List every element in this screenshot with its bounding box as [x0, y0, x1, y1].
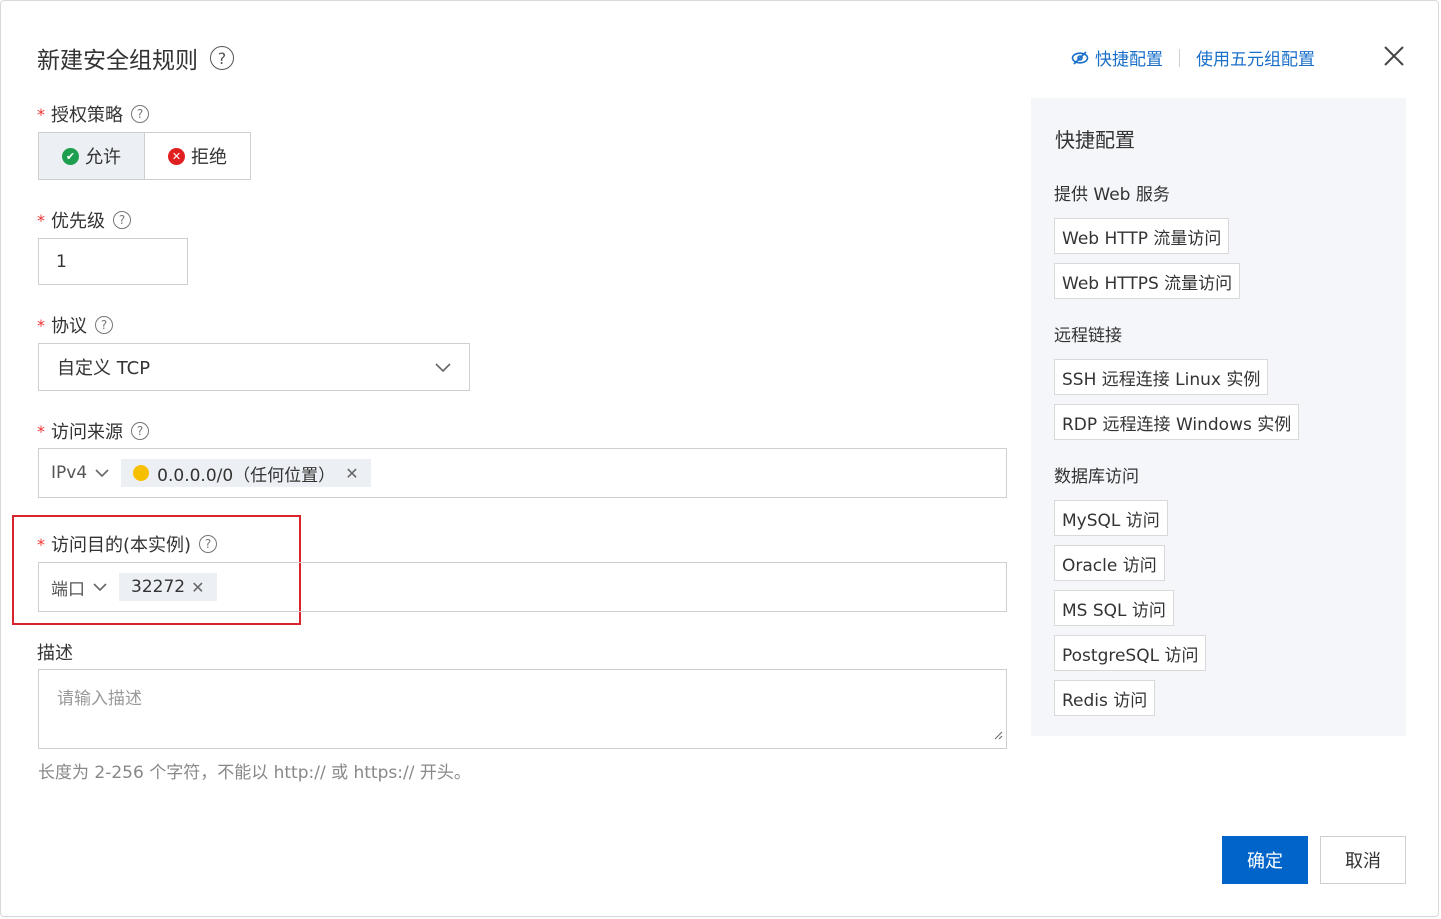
source-tag: 0.0.0.0/0（任何位置） ✕ — [121, 459, 371, 487]
destination-tag-text: 32272 — [131, 577, 186, 597]
quick-config-panel: 快捷配置 提供 Web 服务 Web HTTP 流量访问 Web HTTPS 流… — [1031, 98, 1406, 736]
priority-label: * 优先级 ? — [37, 207, 131, 233]
quick-config-title: 快捷配置 — [1055, 128, 1135, 152]
chevron-down-icon — [435, 357, 451, 378]
security-group-rule-dialog: 新建安全组规则 ? 快捷配置 使用五元组配置 * 授权策略 ? ✔ 允许 ✕ 拒… — [0, 0, 1439, 917]
protocol-select[interactable]: 自定义 TCP — [38, 343, 470, 391]
quick-item-redis[interactable]: Redis 访问 — [1054, 680, 1156, 716]
destination-label: * 访问目的(本实例) ? — [37, 531, 218, 557]
link-divider — [1179, 48, 1180, 67]
five-tuple-config-link[interactable]: 使用五元组配置 — [1196, 45, 1315, 70]
confirm-button[interactable]: 确定 — [1222, 836, 1308, 884]
dialog-title: 新建安全组规则 ? — [37, 41, 234, 75]
remove-tag-icon[interactable]: ✕ — [345, 464, 358, 483]
source-type-value: IPv4 — [51, 463, 88, 483]
source-input[interactable]: IPv4 0.0.0.0/0（任何位置） ✕ — [38, 448, 1007, 498]
group-remote: 远程链接 — [1054, 326, 1122, 346]
help-icon[interactable]: ? — [113, 211, 131, 229]
quick-config-link[interactable]: 快捷配置 — [1095, 45, 1163, 70]
quick-item-mysql[interactable]: MySQL 访问 — [1054, 500, 1168, 536]
quick-item-web-https[interactable]: Web HTTPS 流量访问 — [1054, 263, 1241, 299]
description-textarea[interactable]: 请输入描述 — [38, 669, 1007, 749]
resize-handle-icon[interactable] — [993, 725, 1003, 745]
allow-option-label: 允许 — [85, 147, 121, 168]
required-mark: * — [37, 104, 45, 124]
description-label: 描述 — [37, 639, 73, 665]
source-label: * 访问来源 ? — [37, 418, 149, 444]
chevron-down-icon — [95, 468, 109, 477]
allow-option[interactable]: ✔ 允许 — [38, 132, 145, 180]
priority-label-text: 优先级 — [51, 211, 105, 232]
protocol-value: 自定义 TCP — [57, 358, 151, 379]
required-mark: * — [37, 534, 45, 554]
remove-tag-icon[interactable]: ✕ — [191, 578, 204, 597]
help-icon[interactable]: ? — [95, 316, 113, 334]
destination-type-value: 端口 — [51, 579, 85, 600]
priority-input[interactable]: 1 — [38, 238, 188, 285]
quick-item-mssql[interactable]: MS SQL 访问 — [1054, 590, 1174, 626]
quick-item-oracle[interactable]: Oracle 访问 — [1054, 545, 1165, 581]
close-circle-icon: ✕ — [168, 147, 185, 165]
close-icon[interactable] — [1381, 43, 1407, 69]
source-label-text: 访问来源 — [51, 422, 123, 443]
top-links: 快捷配置 使用五元组配置 — [1071, 45, 1315, 70]
required-mark: * — [37, 210, 45, 230]
description-label-text: 描述 — [37, 643, 73, 664]
help-icon[interactable]: ? — [210, 46, 234, 70]
deny-option[interactable]: ✕ 拒绝 — [145, 132, 251, 180]
eye-icon — [1071, 49, 1089, 67]
description-placeholder: 请输入描述 — [57, 689, 142, 709]
deny-option-label: 拒绝 — [191, 147, 227, 168]
protocol-label-text: 协议 — [51, 316, 87, 337]
source-type-select[interactable]: IPv4 — [51, 463, 109, 483]
protocol-label: * 协议 ? — [37, 312, 113, 338]
group-database: 数据库访问 — [1054, 467, 1139, 487]
help-icon[interactable]: ? — [131, 422, 149, 440]
description-hint: 长度为 2-256 个字符，不能以 http:// 或 https:// 开头。 — [38, 763, 471, 783]
help-icon[interactable]: ? — [199, 535, 218, 553]
warning-dot-icon — [133, 465, 150, 481]
group-web: 提供 Web 服务 — [1054, 185, 1170, 205]
destination-input[interactable]: 端口 32272 ✕ — [38, 562, 1007, 612]
quick-item-ssh[interactable]: SSH 远程连接 Linux 实例 — [1054, 359, 1269, 395]
policy-segmented-control: ✔ 允许 ✕ 拒绝 — [38, 132, 251, 180]
quick-item-rdp[interactable]: RDP 远程连接 Windows 实例 — [1054, 404, 1300, 440]
quick-item-web-http[interactable]: Web HTTP 流量访问 — [1054, 218, 1230, 254]
check-circle-icon: ✔ — [62, 147, 79, 165]
policy-label: * 授权策略 ? — [37, 101, 149, 127]
destination-type-select[interactable]: 端口 — [51, 575, 107, 600]
dialog-title-text: 新建安全组规则 — [37, 48, 198, 74]
required-mark: * — [37, 421, 45, 441]
destination-tag: 32272 ✕ — [119, 573, 217, 601]
cancel-button[interactable]: 取消 — [1320, 836, 1406, 884]
policy-label-text: 授权策略 — [51, 105, 123, 126]
source-tag-text: 0.0.0.0/0（任何位置） — [157, 465, 336, 486]
quick-item-postgresql[interactable]: PostgreSQL 访问 — [1054, 635, 1207, 671]
required-mark: * — [37, 315, 45, 335]
destination-label-text: 访问目的(本实例) — [51, 535, 192, 556]
chevron-down-icon — [93, 582, 107, 591]
help-icon[interactable]: ? — [131, 105, 149, 123]
